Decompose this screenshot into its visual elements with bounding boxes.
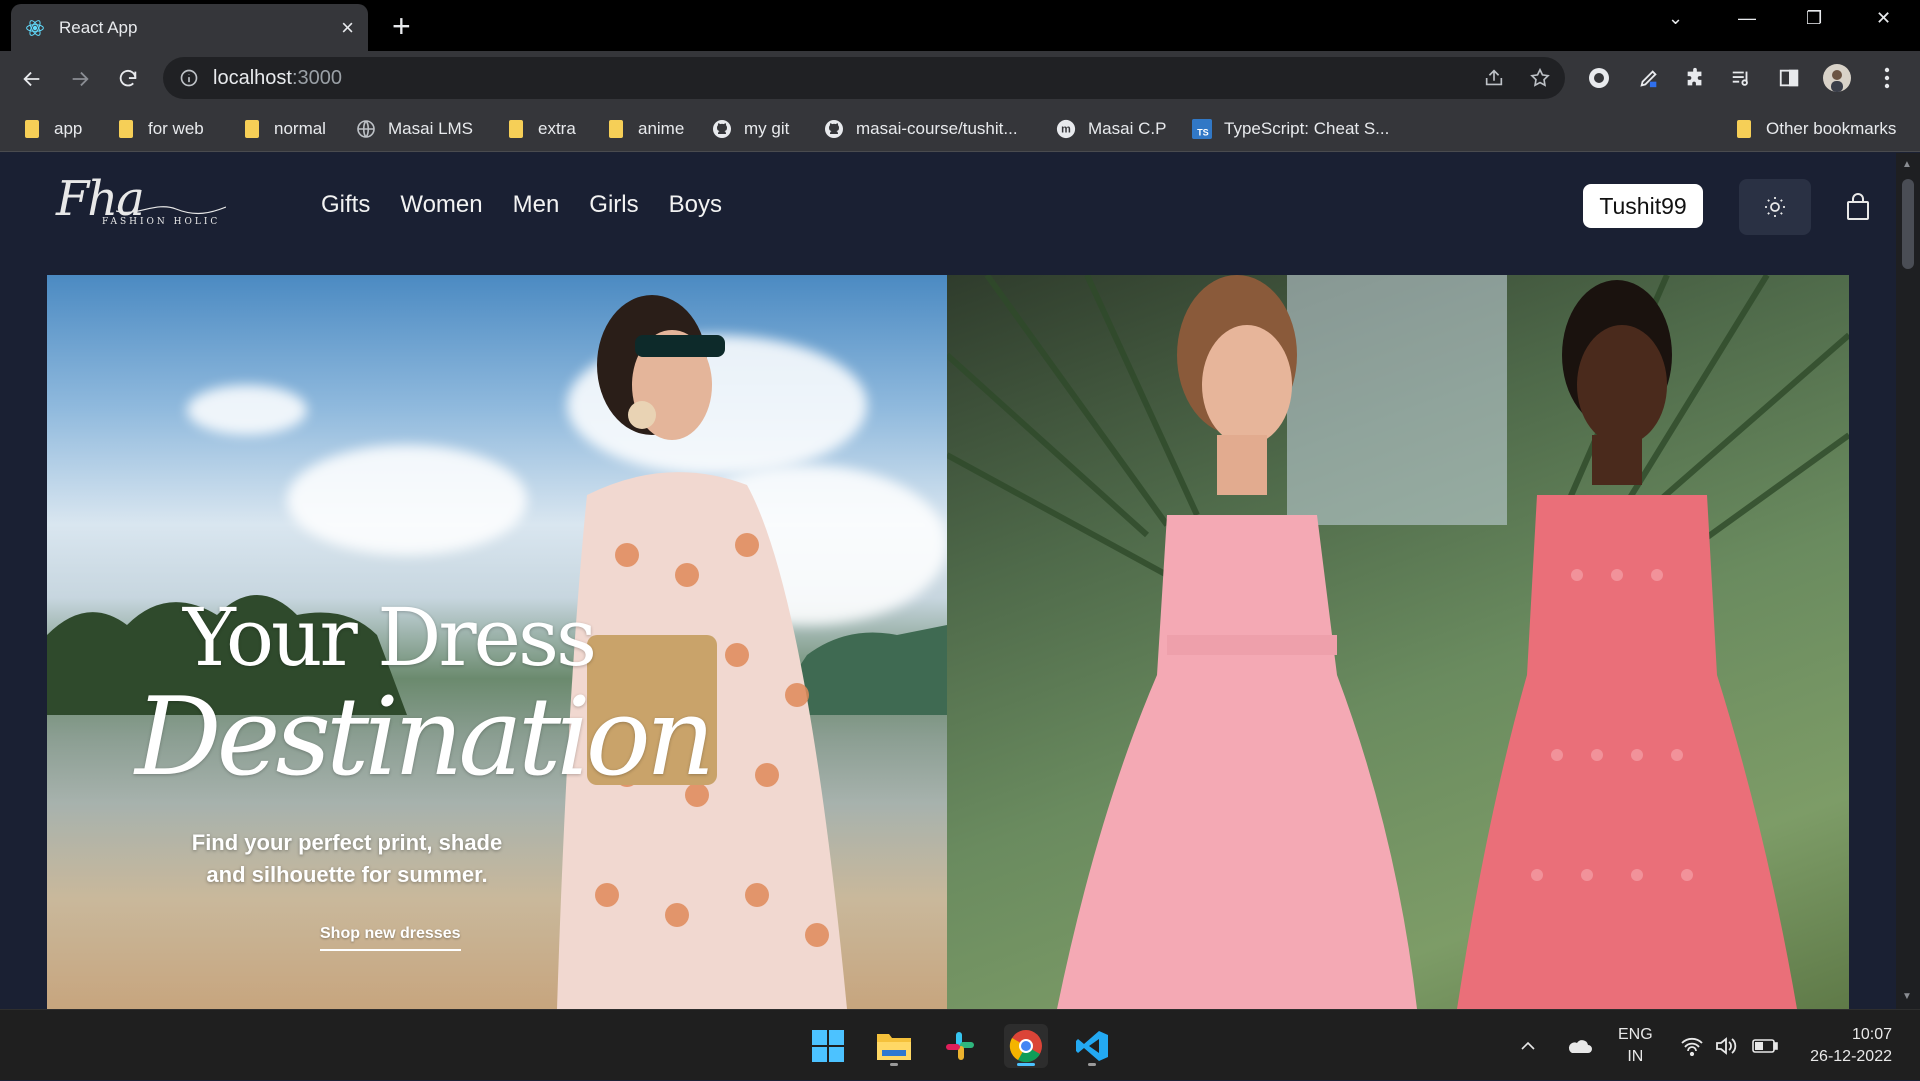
github-icon [824,119,844,139]
bookmark-typescript[interactable]: TS TypeScript: Cheat S... [1192,116,1389,142]
nav-gifts[interactable]: Gifts [321,191,370,219]
browser-tab[interactable]: React App × [11,4,368,51]
user-account-button[interactable]: Tushit99 [1583,184,1703,228]
site-info-icon[interactable] [179,68,199,88]
browser-tab-strip: React App × + ⌄ — ❐ ✕ [0,0,1920,51]
extension-icon[interactable] [1584,63,1614,93]
nav-girls[interactable]: Girls [589,191,638,219]
bookmark-masai-lms[interactable]: Masai LMS [356,116,473,142]
chrome-taskbar-icon[interactable] [1004,1024,1048,1068]
hero-subtitle: Find your perfect print, shade and silho… [191,830,503,887]
bookmark-my-git[interactable]: my git [712,116,789,142]
hero-headline-line1: Your Dress [183,591,597,684]
nav-boys[interactable]: Boys [669,191,722,219]
volume-icon[interactable] [1714,1010,1738,1081]
browser-toolbar: localhost:3000 [0,51,1920,106]
scrollbar-thumb[interactable] [1902,179,1914,269]
shopping-bag-button[interactable] [1840,189,1876,225]
folder-icon [506,119,526,139]
svg-text:m: m [1061,124,1071,136]
bookmark-normal[interactable]: normal [242,116,326,142]
reload-icon[interactable] [112,63,144,95]
side-panel-icon[interactable] [1774,63,1804,93]
extensions-puzzle-icon[interactable] [1680,63,1710,93]
hero-image-left: Your Dress Destination Find your perfect… [47,275,947,1009]
folder-icon [1734,119,1754,139]
web-page: Fha FASHION HOLIC Gifts Women Men Girls … [0,153,1896,1009]
bookmark-extra[interactable]: extra [506,116,576,142]
tab-search-icon[interactable]: ⌄ [1668,8,1683,29]
other-bookmarks[interactable]: Other bookmarks [1734,116,1896,142]
theme-toggle-button[interactable] [1739,179,1811,235]
windows-start-icon[interactable] [806,1024,850,1068]
react-icon [26,19,44,36]
model-figure-center [1057,275,1417,1009]
github-icon [712,119,732,139]
hero-banner: Your Dress Destination Find your perfect… [47,275,1849,1009]
tab-title: React App [59,17,138,37]
logo-swash-icon [116,206,226,215]
profile-avatar[interactable] [1822,63,1852,93]
nav-men[interactable]: Men [513,191,560,219]
m-icon: m [1056,119,1076,139]
onedrive-icon[interactable] [1566,1010,1592,1081]
page-scrollbar[interactable]: ▲ ▼ [1896,153,1920,1009]
shopping-bag-icon [1847,193,1869,220]
bookmark-anime[interactable]: anime [606,116,684,142]
scroll-up-icon[interactable]: ▲ [1902,159,1912,170]
window-close-icon[interactable]: ✕ [1876,8,1891,29]
pen-extension-icon[interactable] [1634,63,1664,93]
battery-icon[interactable] [1752,1010,1778,1081]
windows-taskbar: ENG IN 10:07 26-12-2022 [0,1009,1920,1080]
chrome-menu-icon[interactable] [1872,63,1902,93]
bookmark-star-icon[interactable] [1529,57,1551,99]
hero-headline-line2: Destination [135,675,715,800]
language-indicator[interactable]: ENG IN [1618,1024,1653,1068]
new-tab-button[interactable]: + [392,10,411,42]
folder-icon [606,119,626,139]
folder-icon [116,119,136,139]
back-icon[interactable] [16,63,48,95]
nav-women[interactable]: Women [400,191,482,219]
svg-text:TS: TS [1197,127,1209,137]
bookmark-masai-course[interactable]: masai-course/tushit... [824,116,1018,142]
system-clock[interactable]: 10:07 26-12-2022 [1800,1024,1892,1068]
main-nav: Gifts Women Men Girls Boys [321,191,722,219]
ts-icon: TS [1192,119,1212,139]
address-bar[interactable]: localhost:3000 [163,57,1565,99]
minimize-icon[interactable]: — [1738,8,1756,29]
bookmarks-bar: app for web normal Masai LMS extra anime… [0,106,1920,152]
bookmark-app[interactable]: app [22,116,82,142]
folder-icon [242,119,262,139]
scroll-down-icon[interactable]: ▼ [1902,991,1912,1002]
shop-new-dresses-link[interactable]: Shop new dresses [320,925,461,951]
tab-close-icon[interactable]: × [341,16,354,39]
sun-icon [1765,197,1785,217]
file-explorer-icon[interactable] [872,1024,916,1068]
wifi-icon[interactable] [1680,1010,1704,1081]
show-hidden-icons[interactable] [1518,1010,1538,1081]
model-figure-left [557,295,847,1009]
bookmark-masai-cp[interactable]: m Masai C.P [1056,116,1166,142]
slack-icon[interactable] [938,1024,982,1068]
share-icon[interactable] [1483,57,1505,99]
model-figure-right [1457,280,1797,1009]
media-control-icon[interactable] [1726,63,1756,93]
bookmark-for-web[interactable]: for web [116,116,204,142]
restore-icon[interactable]: ❐ [1806,8,1822,29]
site-logo[interactable]: Fha FASHION HOLIC [56,171,226,235]
folder-icon [22,119,42,139]
url-text: localhost:3000 [213,66,342,89]
hero-image-right [947,275,1849,1009]
vscode-icon[interactable] [1070,1024,1114,1068]
forward-icon[interactable] [64,63,96,95]
globe-icon [356,119,376,139]
